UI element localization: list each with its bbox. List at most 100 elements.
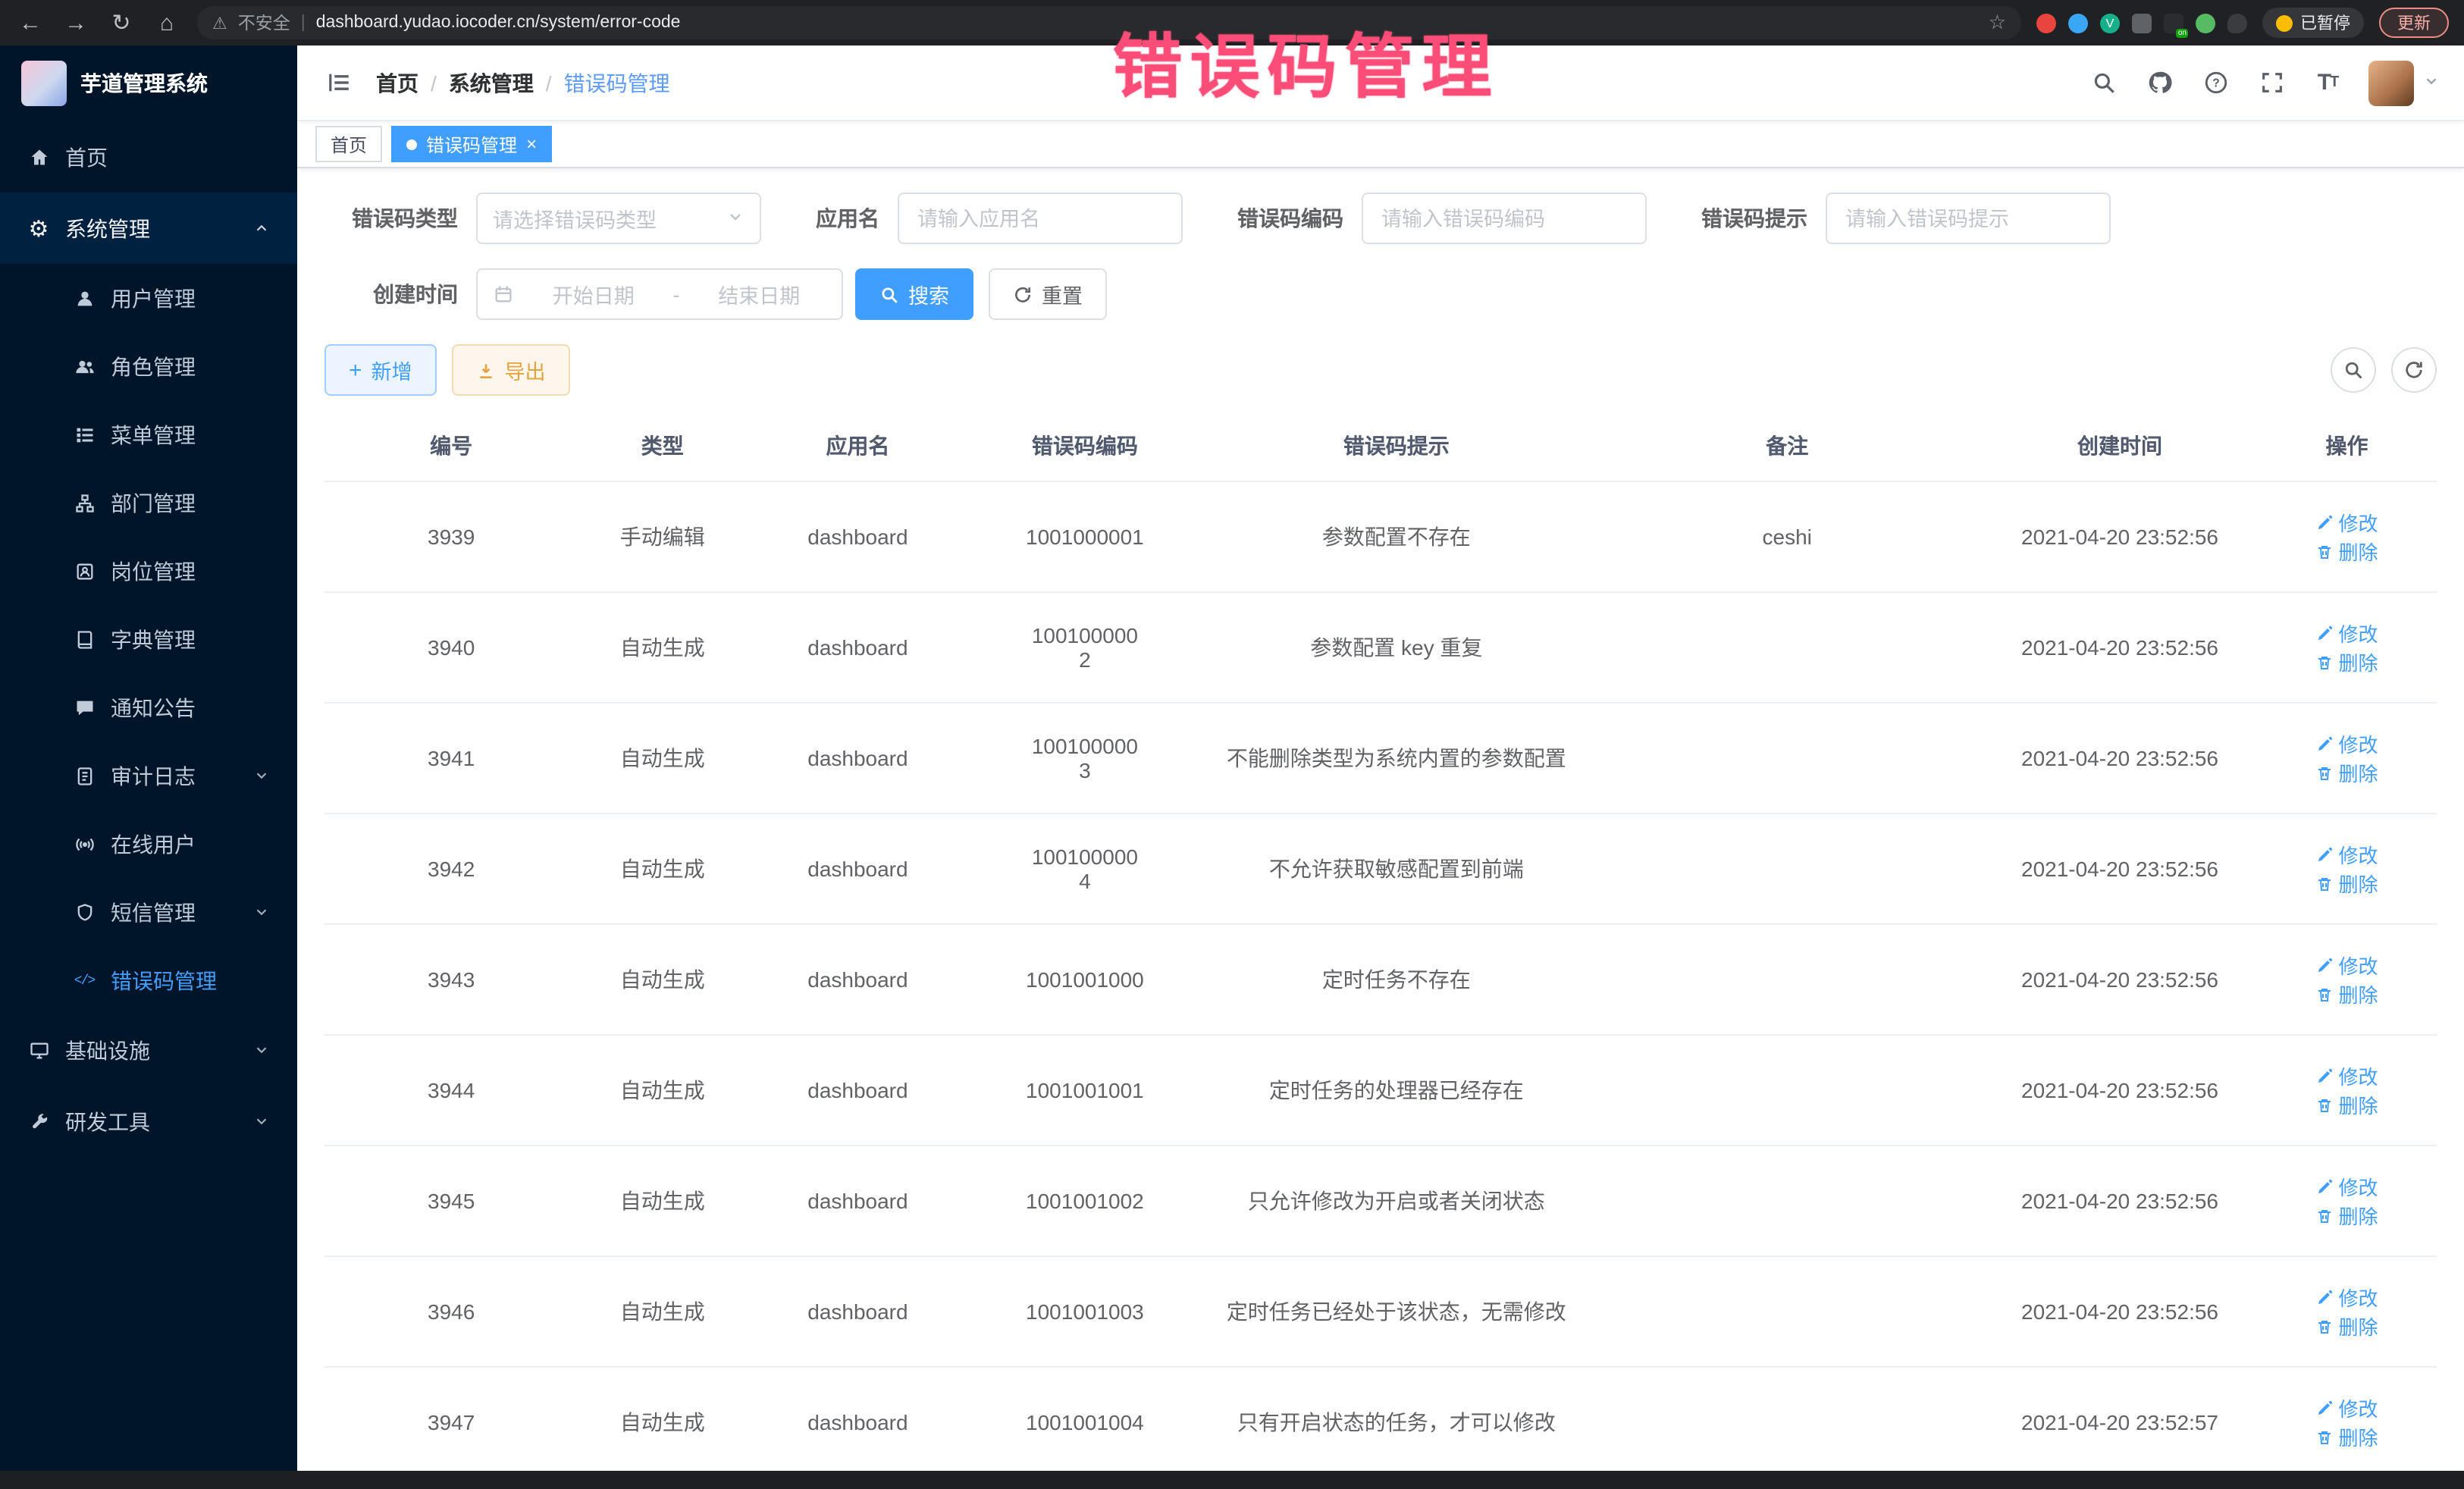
cell-hint: 定时任务不存在 — [1201, 924, 1591, 1035]
cell-hint: 不能删除类型为系统内置的参数配置 — [1201, 703, 1591, 813]
refresh-table-button[interactable] — [2391, 347, 2437, 393]
start-date-placeholder: 开始日期 — [526, 279, 661, 309]
address-bar[interactable]: 不安全 dashboard.yudao.iocoder.cn/system/er… — [197, 6, 2021, 39]
breadcrumb-home[interactable]: 首页 — [376, 67, 419, 98]
sidebar-item-audit-log[interactable]: 审计日志 — [0, 741, 297, 810]
error-code-input[interactable] — [1362, 193, 1647, 244]
edit-link[interactable]: 修改 — [2316, 508, 2378, 537]
delete-link[interactable]: 删除 — [2316, 869, 2378, 898]
smiley-icon — [2276, 14, 2293, 31]
app-logo[interactable]: 芋道管理系统 — [0, 45, 297, 121]
edit-link[interactable]: 修改 — [2316, 1393, 2378, 1422]
extension-icon[interactable] — [2132, 13, 2152, 33]
delete-link[interactable]: 删除 — [2316, 1201, 2378, 1230]
delete-link[interactable]: 删除 — [2316, 1090, 2378, 1119]
sidebar-item-dict[interactable]: 字典管理 — [0, 605, 297, 673]
delete-link[interactable]: 删除 — [2316, 1422, 2378, 1451]
date-range-picker[interactable]: 开始日期 - 结束日期 — [476, 268, 843, 320]
trash-icon — [2316, 1096, 2334, 1114]
fullscreen-icon[interactable] — [2256, 67, 2287, 98]
sidebar-item-online-user[interactable]: 在线用户 — [0, 810, 297, 878]
add-button[interactable]: 新增 — [324, 344, 437, 396]
app-frame: 芋道管理系统 首页 系统管理 用户管理 角色管理 — [0, 45, 2464, 1471]
cell-app: dashboard — [747, 1256, 969, 1367]
error-type-select[interactable]: 请选择错误码类型 — [476, 193, 761, 244]
annotation-title: 错误码管理 — [1113, 12, 1500, 112]
delete-link[interactable]: 删除 — [2316, 980, 2378, 1008]
help-icon[interactable]: ? — [2200, 67, 2230, 98]
column-header-remark: 备注 — [1592, 411, 1983, 481]
sidebar-fold-icon[interactable] — [321, 66, 355, 99]
tab-label: 首页 — [331, 131, 367, 157]
cell-remark — [1592, 1367, 1983, 1471]
home-icon[interactable]: ⌂ — [152, 8, 182, 38]
sidebar-item-post[interactable]: 岗位管理 — [0, 537, 297, 605]
extension-icon[interactable] — [2068, 13, 2088, 33]
delete-link[interactable]: 删除 — [2316, 647, 2378, 676]
cell-actions: 修改删除 — [2257, 1146, 2437, 1256]
trash-icon — [2316, 1206, 2334, 1224]
cell-id: 3940 — [324, 592, 578, 703]
error-hint-input[interactable] — [1826, 193, 2111, 244]
sidebar-item-home[interactable]: 首页 — [0, 121, 297, 193]
sidebar-item-devtools[interactable]: 研发工具 — [0, 1086, 297, 1157]
sidebar-item-infra[interactable]: 基础设施 — [0, 1014, 297, 1086]
update-button[interactable]: 更新 — [2379, 8, 2449, 38]
delete-link[interactable]: 删除 — [2316, 758, 2378, 787]
user-menu[interactable] — [2368, 60, 2440, 105]
export-button[interactable]: 导出 — [452, 344, 570, 396]
cell-type: 自动生成 — [578, 1367, 747, 1471]
chevron-down-icon — [726, 207, 745, 230]
cell-id: 3945 — [324, 1146, 578, 1256]
tab-error-code[interactable]: 错误码管理 — [391, 126, 552, 162]
cell-id: 3944 — [324, 1035, 578, 1146]
reset-button[interactable]: 重置 — [989, 268, 1107, 320]
error-code-table: 编号 类型 应用名 错误码编码 错误码提示 备注 创建时间 操作 3939 — [324, 411, 2437, 1471]
breadcrumb-system[interactable]: 系统管理 — [449, 67, 534, 98]
edit-link[interactable]: 修改 — [2316, 1172, 2378, 1201]
sidebar-item-error-code[interactable]: 错误码管理 — [0, 946, 297, 1014]
delete-link[interactable]: 删除 — [2316, 537, 2378, 566]
sidebar-item-role[interactable]: 角色管理 — [0, 332, 297, 400]
search-icon[interactable] — [2088, 67, 2118, 98]
extension-icon[interactable]: on — [2164, 13, 2183, 33]
edit-link[interactable]: 修改 — [2316, 1283, 2378, 1312]
font-size-icon[interactable]: TT — [2312, 67, 2343, 98]
gear-icon — [27, 217, 50, 240]
sidebar-item-user[interactable]: 用户管理 — [0, 264, 297, 332]
cell-actions: 修改删除 — [2257, 1256, 2437, 1367]
sidebar-item-system[interactable]: 系统管理 — [0, 193, 297, 264]
trash-icon — [2316, 985, 2334, 1003]
edit-link[interactable]: 修改 — [2316, 619, 2378, 647]
search-button[interactable]: 搜索 — [855, 268, 973, 320]
sidebar-item-dept[interactable]: 部门管理 — [0, 469, 297, 537]
sidebar-item-notice[interactable]: 通知公告 — [0, 673, 297, 741]
delete-link[interactable]: 删除 — [2316, 1312, 2378, 1340]
extension-icon[interactable] — [2196, 13, 2215, 33]
filter-form-row-2: 创建时间 开始日期 - 结束日期 搜索 重置 — [324, 268, 2437, 320]
cell-type: 自动生成 — [578, 1146, 747, 1256]
extension-icon[interactable]: V — [2100, 13, 2120, 33]
sidebar-item-sms[interactable]: 短信管理 — [0, 878, 297, 946]
column-header-type: 类型 — [578, 411, 747, 481]
pin-extension-icon[interactable] — [2227, 13, 2247, 33]
edit-link[interactable]: 修改 — [2316, 729, 2378, 758]
cell-id: 3947 — [324, 1367, 578, 1471]
extension-icon[interactable] — [2036, 13, 2056, 33]
sidebar-item-menu[interactable]: 菜单管理 — [0, 400, 297, 469]
edit-link[interactable]: 修改 — [2316, 1061, 2378, 1090]
back-icon[interactable]: ← — [15, 8, 45, 38]
cell-remark — [1592, 924, 1983, 1035]
paused-badge[interactable]: 已暂停 — [2262, 8, 2364, 38]
reload-icon[interactable]: ↻ — [106, 8, 136, 38]
forward-icon[interactable]: → — [61, 8, 91, 38]
toggle-search-button[interactable] — [2331, 347, 2376, 393]
app-name-input[interactable] — [898, 193, 1183, 244]
main-panel: 首页 / 系统管理 / 错误码管理 ? TT — [297, 45, 2464, 1471]
tab-home[interactable]: 首页 — [315, 126, 382, 162]
edit-link[interactable]: 修改 — [2316, 840, 2378, 869]
edit-link[interactable]: 修改 — [2316, 951, 2378, 980]
github-icon[interactable] — [2144, 67, 2174, 98]
bookmark-star-icon[interactable] — [1989, 11, 2006, 35]
close-icon[interactable] — [526, 135, 537, 153]
